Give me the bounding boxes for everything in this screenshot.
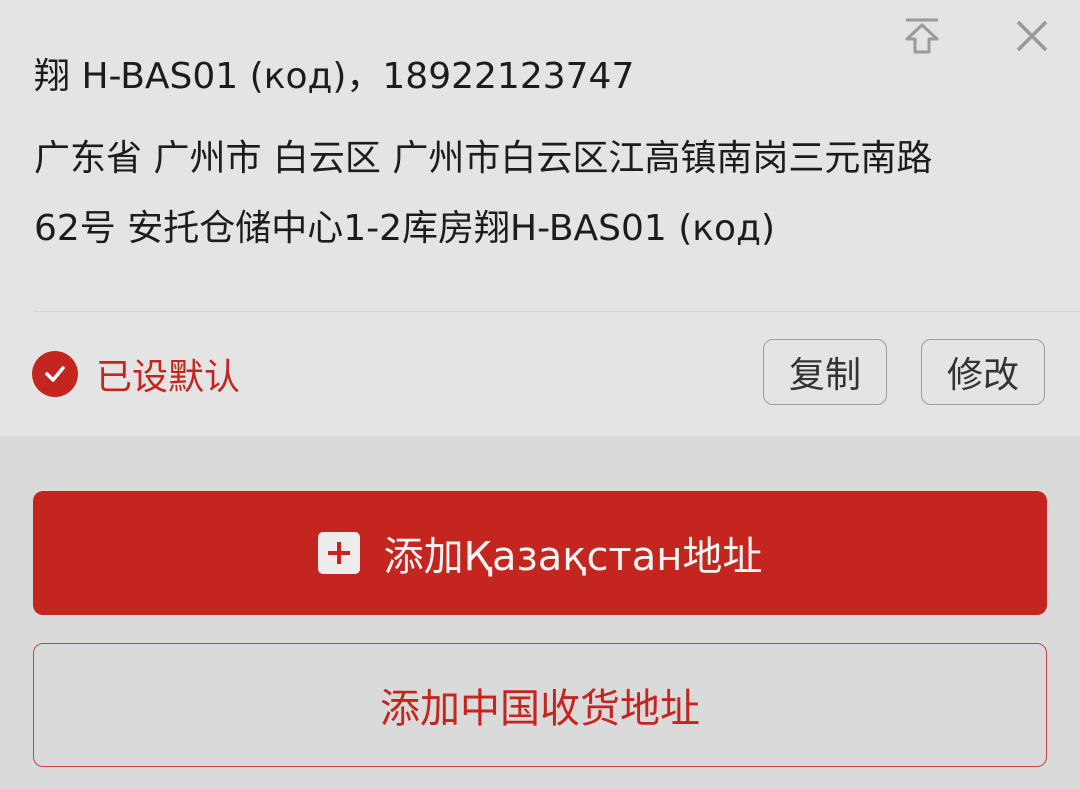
add-kazakhstan-address-label: 添加Қазақстан地址 — [383, 534, 763, 580]
edit-button[interactable]: 修改 — [921, 339, 1045, 405]
add-china-address-button[interactable]: 添加中国收货地址 — [33, 643, 1047, 767]
default-address-toggle[interactable]: 已设默认 — [32, 349, 240, 399]
plus-square-icon — [317, 532, 360, 574]
check-circle-icon — [32, 351, 78, 397]
pin-top-icon[interactable] — [898, 12, 946, 60]
add-china-address-label: 添加中国收货地址 — [380, 686, 700, 732]
address-line-2: 62号 安托仓储中心1-2库房翔H-BAS01 (код) — [34, 208, 776, 249]
recipient-name-phone: 翔 H-BAS01 (код)，18922123747 — [34, 56, 635, 97]
address-card: 翔 H-BAS01 (код)，18922123747 广东省 广州市 白云区 … — [0, 0, 1080, 436]
default-label: 已设默认 — [96, 357, 241, 398]
full-address: 广东省 广州市 白云区 广州市白云区江高镇南岗三元南路 62号 安托仓储中心1-… — [34, 124, 1054, 264]
divider — [34, 311, 1080, 312]
copy-button[interactable]: 复制 — [763, 339, 887, 405]
close-icon[interactable] — [1008, 12, 1056, 60]
address-line-1: 广东省 广州市 白云区 广州市白云区江高镇南岗三元南路 — [34, 138, 933, 179]
add-kazakhstan-address-button[interactable]: 添加Қазақстан地址 — [33, 491, 1047, 615]
